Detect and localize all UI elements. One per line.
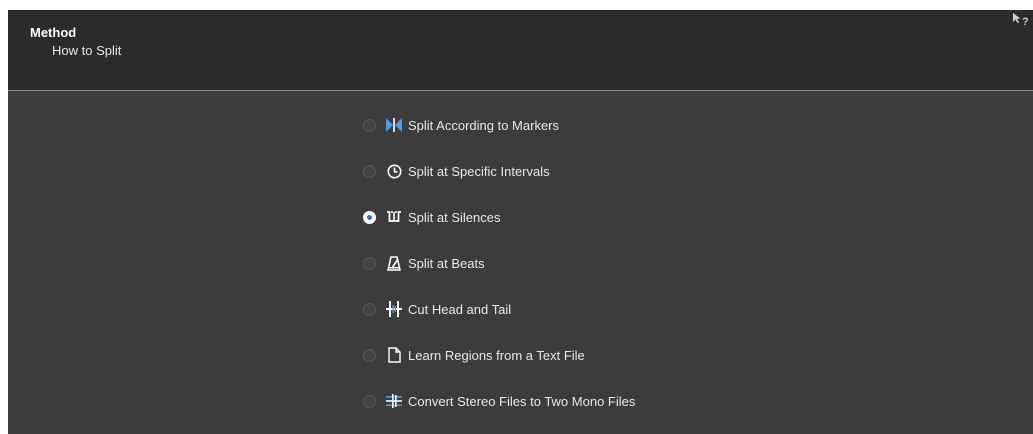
svg-text:?: ? bbox=[1022, 16, 1029, 28]
whats-this-help-icon[interactable]: ? bbox=[1012, 12, 1032, 33]
radio-split-markers[interactable] bbox=[363, 118, 376, 132]
option-label: Convert Stereo Files to Two Mono Files bbox=[408, 393, 636, 409]
radio-convert-stereo[interactable] bbox=[363, 394, 376, 408]
radio-split-beats[interactable] bbox=[363, 256, 376, 270]
option-label: Split at Silences bbox=[408, 209, 501, 225]
option-learn-regions[interactable]: Learn Regions from a Text File bbox=[363, 342, 783, 368]
section-subtitle: How to Split bbox=[52, 43, 122, 58]
split-method-panel: Method How to Split ? Split According to… bbox=[8, 10, 1033, 434]
markers-icon bbox=[386, 117, 402, 133]
option-label: Split at Beats bbox=[408, 255, 485, 271]
option-label: Split According to Markers bbox=[408, 117, 560, 133]
stereo-to-mono-icon bbox=[386, 393, 402, 409]
radio-split-intervals[interactable] bbox=[363, 164, 376, 178]
text-file-icon bbox=[386, 347, 402, 363]
cut-head-tail-icon bbox=[386, 301, 402, 317]
option-split-beats[interactable]: Split at Beats bbox=[363, 250, 783, 276]
silence-icon bbox=[386, 209, 402, 225]
option-split-intervals[interactable]: Split at Specific Intervals bbox=[363, 158, 783, 184]
clock-icon bbox=[386, 163, 402, 179]
method-header: Method How to Split ? bbox=[8, 10, 1033, 91]
radio-cut-head-tail[interactable] bbox=[363, 302, 376, 316]
option-split-silences[interactable]: Split at Silences bbox=[363, 204, 783, 230]
option-label: Learn Regions from a Text File bbox=[408, 347, 585, 363]
option-label: Cut Head and Tail bbox=[408, 301, 512, 317]
section-title: Method bbox=[30, 25, 77, 40]
option-cut-head-tail[interactable]: Cut Head and Tail bbox=[363, 296, 783, 322]
option-split-markers[interactable]: Split According to Markers bbox=[363, 112, 783, 138]
radio-learn-regions[interactable] bbox=[363, 348, 376, 362]
radio-split-silences[interactable] bbox=[363, 210, 376, 224]
option-label: Split at Specific Intervals bbox=[408, 163, 550, 179]
option-convert-stereo[interactable]: Convert Stereo Files to Two Mono Files bbox=[363, 388, 783, 414]
metronome-icon bbox=[386, 255, 402, 271]
